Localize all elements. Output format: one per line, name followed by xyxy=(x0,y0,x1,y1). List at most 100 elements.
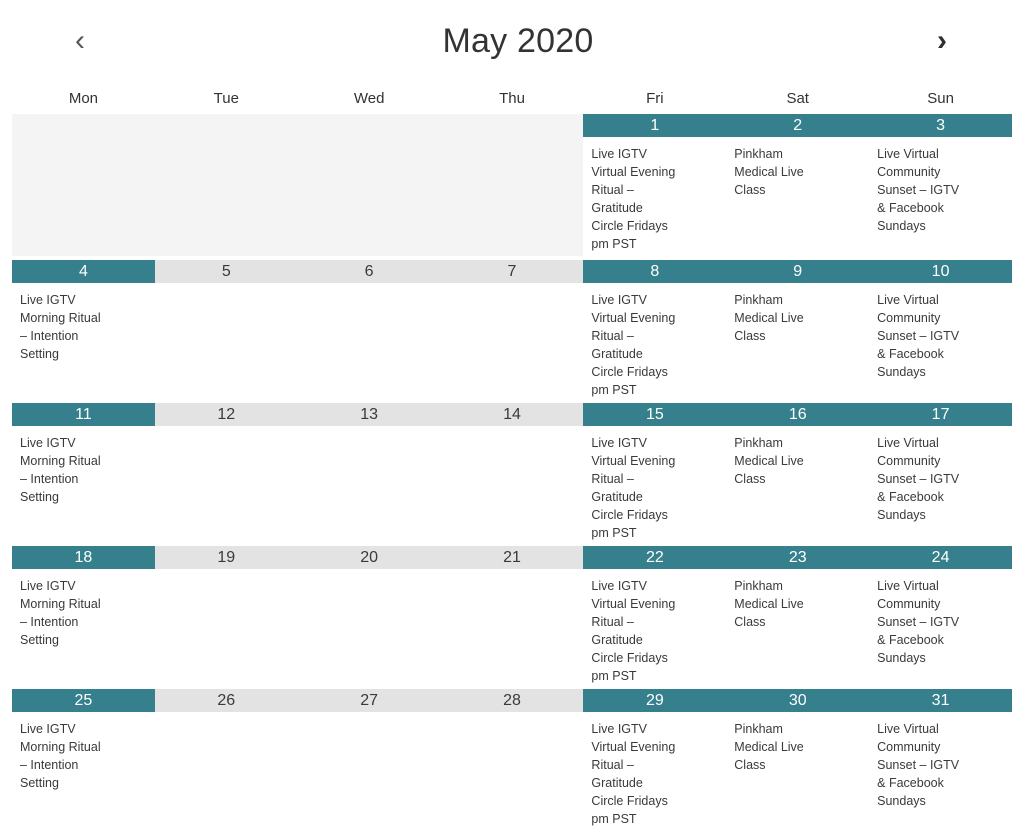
weekday-label-fri: Fri xyxy=(646,89,664,107)
day-number[interactable]: 10 xyxy=(869,260,1012,283)
week-row: 4 Live IGTV Morning Ritual – Intention Se… xyxy=(12,260,1012,399)
day-cell[interactable]: 18 Live IGTV Morning Ritual – Intention S… xyxy=(12,546,155,685)
day-cell[interactable]: 2 Pinkham Medical Live Class xyxy=(726,114,870,256)
day-number[interactable]: 26 xyxy=(154,689,298,712)
day-cell[interactable] xyxy=(440,114,584,256)
day-events xyxy=(154,712,298,833)
day-cell[interactable]: 16 Pinkham Medical Live Class xyxy=(726,403,870,542)
chevron-right-icon[interactable]: › xyxy=(922,21,962,61)
weekday-label-sat: Sat xyxy=(786,89,809,107)
day-cell[interactable]: 6 xyxy=(297,260,441,399)
day-number[interactable]: 16 xyxy=(726,403,870,426)
day-events: Live Virtual Community Sunset – IGTV & F… xyxy=(877,436,960,522)
day-cell[interactable]: 12 xyxy=(154,403,298,542)
day-cell[interactable] xyxy=(12,114,155,256)
day-events xyxy=(440,283,584,399)
day-number[interactable]: 20 xyxy=(297,546,441,569)
day-cell[interactable]: 25 Live IGTV Morning Ritual – Intention S… xyxy=(12,689,155,833)
weekday-header-row: Mon Tue Wed Thu Fri Sat Sun xyxy=(0,82,1024,114)
day-number[interactable]: 24 xyxy=(869,546,1012,569)
day-number[interactable]: 9 xyxy=(726,260,870,283)
day-events xyxy=(154,426,298,542)
day-number[interactable]: 30 xyxy=(726,689,870,712)
day-events xyxy=(154,137,298,256)
day-cell[interactable] xyxy=(154,114,298,256)
week-row: 11 Live IGTV Morning Ritual – Intention S… xyxy=(12,403,1012,542)
chevron-left-icon[interactable]: ‹ xyxy=(60,21,100,61)
day-number[interactable]: 23 xyxy=(726,546,870,569)
day-number[interactable]: 5 xyxy=(154,260,298,283)
day-number[interactable] xyxy=(440,114,584,137)
day-events xyxy=(12,137,155,256)
day-events xyxy=(154,569,298,685)
day-number[interactable]: 4 xyxy=(12,260,155,283)
day-cell[interactable]: 7 xyxy=(440,260,584,399)
day-cell[interactable]: 20 xyxy=(297,546,441,685)
day-cell[interactable]: 13 xyxy=(297,403,441,542)
day-cell[interactable]: 17 Live Virtual Community Sunset – IGTV &… xyxy=(869,403,1012,542)
day-cell[interactable]: 26 xyxy=(154,689,298,833)
day-events xyxy=(440,137,584,256)
day-number[interactable]: 27 xyxy=(297,689,441,712)
day-number[interactable]: 29 xyxy=(583,689,727,712)
day-events xyxy=(154,283,298,399)
day-cell[interactable]: 14 xyxy=(440,403,584,542)
day-cell[interactable] xyxy=(297,114,441,256)
day-number[interactable] xyxy=(154,114,298,137)
day-cell[interactable]: 23 Pinkham Medical Live Class xyxy=(726,546,870,685)
day-number[interactable] xyxy=(297,114,441,137)
day-cell[interactable]: 15 Live IGTV Virtual Evening Ritual – Gra… xyxy=(583,403,727,542)
day-number[interactable]: 12 xyxy=(154,403,298,426)
day-cell[interactable]: 1 Live IGTV Virtual Evening Ritual – Grat… xyxy=(583,114,727,256)
day-cell[interactable]: 24 Live Virtual Community Sunset – IGTV &… xyxy=(869,546,1012,685)
day-events: Live IGTV Morning Ritual – Intention Set… xyxy=(20,722,101,790)
day-cell[interactable]: 19 xyxy=(154,546,298,685)
day-number[interactable]: 22 xyxy=(583,546,727,569)
day-number[interactable]: 21 xyxy=(440,546,584,569)
day-number[interactable]: 8 xyxy=(583,260,727,283)
day-number[interactable]: 14 xyxy=(440,403,584,426)
day-events: Pinkham Medical Live Class xyxy=(734,293,804,343)
day-cell[interactable]: 27 xyxy=(297,689,441,833)
day-cell[interactable]: 10 Live Virtual Community Sunset – IGTV &… xyxy=(869,260,1012,399)
day-events xyxy=(440,712,584,833)
day-number[interactable]: 6 xyxy=(297,260,441,283)
day-cell[interactable]: 28 xyxy=(440,689,584,833)
day-number[interactable]: 28 xyxy=(440,689,584,712)
day-events: Live IGTV Morning Ritual – Intention Set… xyxy=(20,436,101,504)
day-number[interactable]: 7 xyxy=(440,260,584,283)
day-number[interactable]: 11 xyxy=(12,403,155,426)
day-cell[interactable]: 31 Live Virtual Community Sunset – IGTV &… xyxy=(869,689,1012,833)
day-cell[interactable]: 11 Live IGTV Morning Ritual – Intention S… xyxy=(12,403,155,542)
day-events: Live IGTV Virtual Evening Ritual – Grati… xyxy=(591,293,676,397)
day-number[interactable]: 15 xyxy=(583,403,727,426)
day-cell[interactable]: 9 Pinkham Medical Live Class xyxy=(726,260,870,399)
day-number[interactable]: 17 xyxy=(869,403,1012,426)
day-number[interactable]: 1 xyxy=(583,114,727,137)
day-cell[interactable]: 8 Live IGTV Virtual Evening Ritual – Grat… xyxy=(583,260,727,399)
day-number[interactable]: 19 xyxy=(154,546,298,569)
day-events xyxy=(297,137,441,256)
day-cell[interactable]: 29 Live IGTV Virtual Evening Ritual – Gra… xyxy=(583,689,727,833)
day-cell[interactable]: 5 xyxy=(154,260,298,399)
weekday-label-tue: Tue xyxy=(213,89,239,107)
week-row: 18 Live IGTV Morning Ritual – Intention S… xyxy=(12,546,1012,685)
day-cell[interactable]: 30 Pinkham Medical Live Class xyxy=(726,689,870,833)
day-number[interactable] xyxy=(12,114,155,137)
day-events: Live Virtual Community Sunset – IGTV & F… xyxy=(877,293,960,379)
day-cell[interactable]: 22 Live IGTV Virtual Evening Ritual – Gra… xyxy=(583,546,727,685)
day-number[interactable]: 31 xyxy=(869,689,1012,712)
day-events xyxy=(440,426,584,542)
day-cell[interactable]: 21 xyxy=(440,546,584,685)
weekday-label-mon: Mon xyxy=(68,89,99,107)
calendar-widget: ‹ May 2020 › Mon Tue Wed Thu Fri Sat Sun… xyxy=(0,0,1024,839)
day-number[interactable]: 3 xyxy=(869,114,1012,137)
day-events: Live Virtual Community Sunset – IGTV & F… xyxy=(877,147,960,233)
day-number[interactable]: 13 xyxy=(297,403,441,426)
day-number[interactable]: 18 xyxy=(12,546,155,569)
day-events xyxy=(297,569,441,685)
day-number[interactable]: 2 xyxy=(726,114,870,137)
day-cell[interactable]: 4 Live IGTV Morning Ritual – Intention Se… xyxy=(12,260,155,399)
day-number[interactable]: 25 xyxy=(12,689,155,712)
day-cell[interactable]: 3 Live Virtual Community Sunset – IGTV & … xyxy=(869,114,1012,256)
